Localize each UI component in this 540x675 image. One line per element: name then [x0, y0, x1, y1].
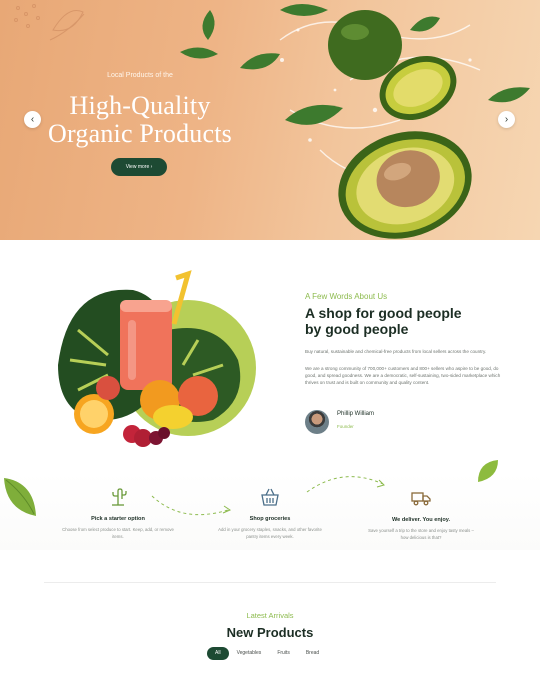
- about-kicker: A Few Words About Us: [305, 292, 388, 301]
- step-we-deliver: We deliver. You enjoy. Save yourself a t…: [365, 486, 477, 541]
- author-name: Phillip William: [337, 411, 375, 417]
- hero-banner: Local Products of the High-Quality Organ…: [0, 0, 540, 240]
- smoothie-fruits-image: [58, 270, 256, 447]
- new-products-title: New Products: [226, 625, 314, 640]
- basket-icon: [261, 488, 279, 506]
- about-title-line-1: A shop for good people: [305, 305, 462, 321]
- step-text: Add in your grocery staples, snacks, and…: [218, 527, 322, 539]
- about-title: A shop for good people by good people: [305, 305, 505, 337]
- step-text: Choose from select produce to start. Kee…: [62, 527, 174, 539]
- about-paragraph-1: Buy natural, sustainable and chemical-fr…: [305, 349, 487, 354]
- doodle-decoration-icon: [14, 4, 85, 41]
- about-paragraph-2: We are a strong community of 700,000+ cu…: [305, 366, 501, 385]
- avocado-splash-image: [180, 4, 530, 239]
- filter-tab-vegetables[interactable]: Vegetables: [229, 647, 270, 660]
- step-text: Save yourself a trip to the store and en…: [368, 528, 474, 540]
- new-products-kicker: Latest Arrivals: [246, 611, 294, 620]
- step-title: We deliver. You enjoy.: [391, 517, 451, 523]
- about-title-line-2: by good people: [305, 321, 409, 337]
- filter-tab-bread[interactable]: Bread: [298, 647, 327, 660]
- view-more-button[interactable]: View more ›: [111, 158, 167, 176]
- floating-leaf-icon: [478, 460, 498, 482]
- step-title: Pick a starter option: [91, 516, 145, 522]
- cactus-icon: [112, 488, 127, 506]
- floating-leaf-icon: [4, 478, 36, 516]
- step-shop-groceries: Shop groceries Add in your grocery stapl…: [214, 486, 326, 540]
- step-title: Shop groceries: [249, 516, 291, 522]
- filter-tab-all[interactable]: All: [207, 647, 229, 660]
- truck-icon: [411, 492, 431, 506]
- slider-prev-button[interactable]: ‹: [24, 111, 41, 128]
- section-divider: [44, 582, 496, 583]
- author-role: Founder: [337, 424, 354, 429]
- filter-tab-fruits[interactable]: Fruits: [269, 647, 298, 660]
- author-avatar: [305, 410, 329, 434]
- product-filter-tabs: All Vegetables Fruits Bread: [207, 647, 327, 660]
- step-pick-starter: Pick a starter option Choose from select…: [62, 486, 174, 540]
